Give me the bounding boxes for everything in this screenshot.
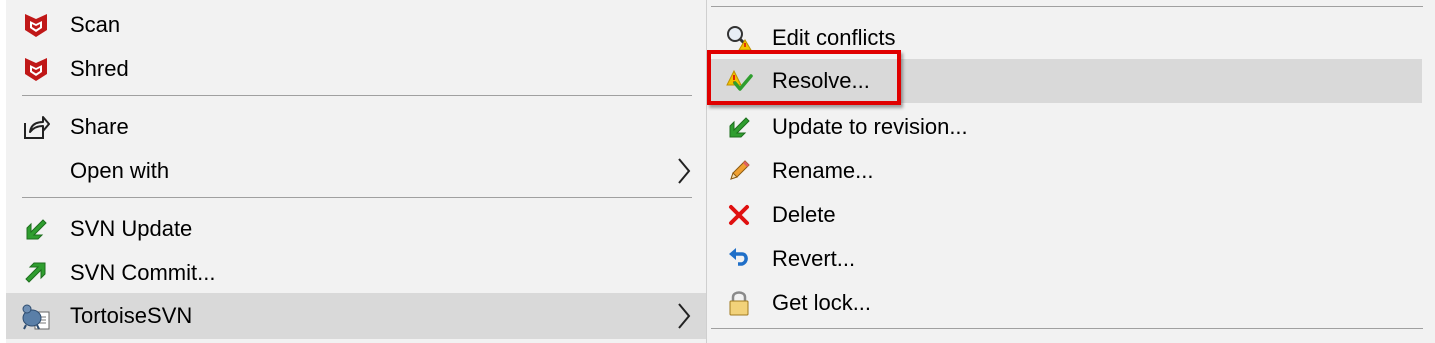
menu-item-rename[interactable]: Rename... — [707, 149, 1422, 193]
svn-commit-icon — [20, 257, 52, 289]
submenu-arrow-icon — [678, 303, 691, 329]
menu-item-open-with[interactable]: Open with — [6, 149, 706, 193]
menu-item-label: Share — [70, 114, 129, 139]
update-revision-icon — [723, 111, 755, 143]
menu-item-label: Open with — [70, 158, 170, 183]
menu-item-svn-update[interactable]: SVN Update — [6, 207, 706, 251]
menu-item-svn-commit[interactable]: SVN Commit... — [6, 251, 706, 295]
menu-item-label: Delete — [772, 202, 836, 227]
screen: Scan Shred Share Open with SVN Update SV… — [0, 0, 1435, 343]
menu-item-get-lock[interactable]: Get lock... — [707, 281, 1422, 325]
tortoisesvn-submenu: Edit conflicts Resolve... Update to revi… — [706, 0, 1435, 343]
menu-item-update-to-revision[interactable]: Update to revision... — [707, 105, 1422, 149]
context-menu-main: Scan Shred Share Open with SVN Update SV… — [6, 0, 706, 343]
menu-item-label: SVN Commit... — [70, 260, 216, 285]
menu-separator — [711, 6, 1423, 7]
menu-separator — [711, 328, 1423, 329]
menu-item-label: Rename... — [772, 158, 874, 183]
menu-item-scan[interactable]: Scan — [6, 3, 706, 47]
menu-separator — [22, 197, 692, 198]
menu-item-revert[interactable]: Revert... — [707, 237, 1422, 281]
menu-item-label: Revert... — [772, 246, 856, 271]
menu-separator — [22, 95, 692, 96]
resolve-highlight-box — [707, 50, 901, 105]
tortoisesvn-icon — [20, 300, 52, 332]
menu-item-label: SVN Update — [70, 216, 193, 241]
menu-item-shred[interactable]: Shred — [6, 47, 706, 91]
mcafee-shield-icon — [20, 53, 52, 85]
menu-item-label: Get lock... — [772, 290, 872, 315]
menu-item-label: Shred — [70, 56, 129, 81]
rename-pencil-icon — [723, 155, 755, 187]
mcafee-shield-icon — [20, 9, 52, 41]
menu-item-tortoisesvn[interactable]: TortoiseSVN — [6, 293, 706, 339]
delete-x-icon — [723, 199, 755, 231]
revert-icon — [723, 243, 755, 275]
menu-item-label: Update to revision... — [772, 114, 968, 139]
menu-item-label: TortoiseSVN — [70, 303, 193, 328]
menu-item-label: Scan — [70, 12, 121, 37]
menu-item-delete[interactable]: Delete — [707, 193, 1422, 237]
submenu-arrow-icon — [678, 158, 691, 184]
svn-update-icon — [20, 213, 52, 245]
share-icon — [20, 111, 52, 143]
lock-icon — [723, 287, 755, 319]
menu-item-share[interactable]: Share — [6, 105, 706, 149]
